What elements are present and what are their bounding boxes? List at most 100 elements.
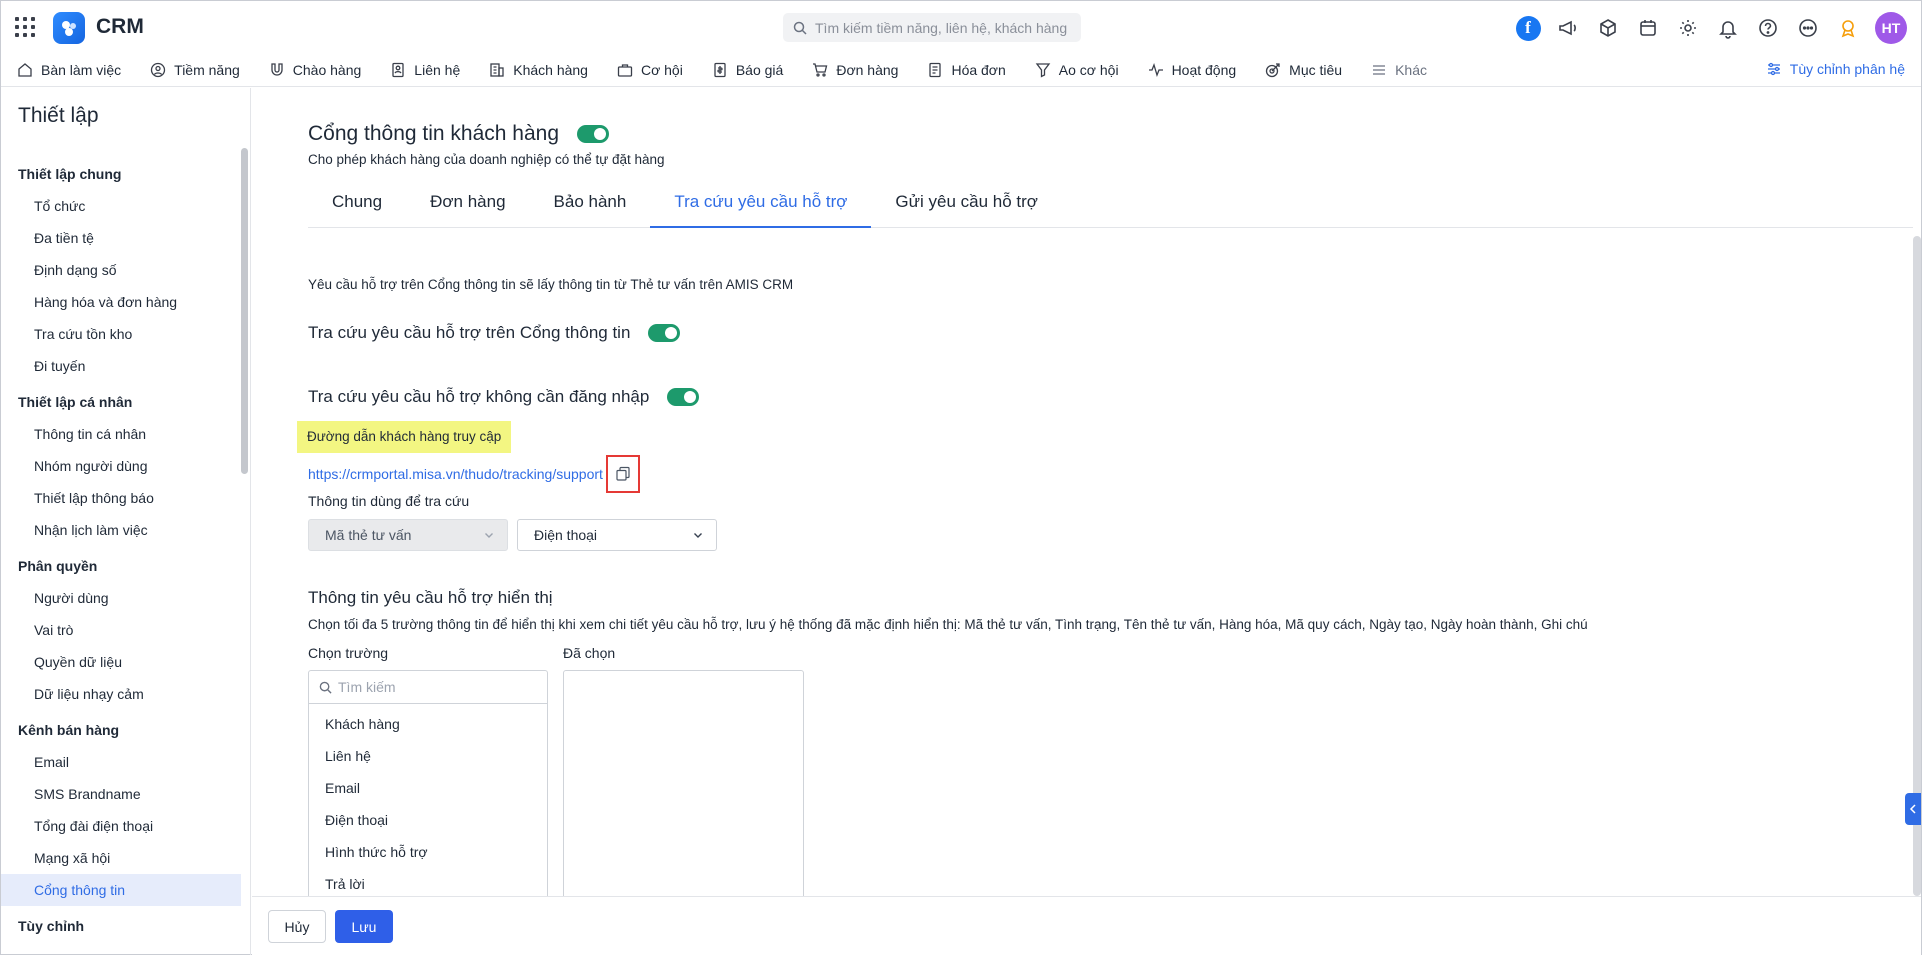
nav-item-invoices[interactable]: Hóa đơn bbox=[927, 61, 1006, 78]
sidebar-item-number-format[interactable]: Định dạng số bbox=[1, 254, 241, 286]
copy-icon bbox=[616, 466, 630, 481]
list-item[interactable]: Hình thức hỗ trợ bbox=[309, 836, 547, 868]
briefcase-icon bbox=[617, 63, 633, 77]
app-name[interactable]: CRM bbox=[96, 15, 144, 39]
global-search-input[interactable] bbox=[815, 19, 1075, 36]
sidebar-item-user-groups[interactable]: Nhóm người dùng bbox=[1, 450, 241, 482]
nav-item-opportunity-pool[interactable]: Ao cơ hội bbox=[1035, 62, 1119, 78]
sidebar-item-email[interactable]: Email bbox=[1, 746, 241, 778]
list-item[interactable]: Khách hàng bbox=[309, 708, 547, 740]
app-grid-icon[interactable] bbox=[15, 17, 35, 37]
nav-item-goals[interactable]: Mục tiêu bbox=[1265, 62, 1342, 78]
access-link-label: Đường dẫn khách hàng truy cập bbox=[297, 421, 512, 453]
list-item[interactable]: Email bbox=[309, 772, 547, 804]
sliders-icon bbox=[1767, 62, 1780, 76]
sidebar-group-personal: Thiết lập cá nhân bbox=[18, 394, 133, 410]
top-icon-group: f HT bbox=[1515, 12, 1907, 44]
bell-icon[interactable] bbox=[1715, 15, 1741, 41]
choose-field-label: Chọn trường bbox=[308, 645, 389, 661]
sidebar-item-routes[interactable]: Đi tuyến bbox=[1, 350, 241, 382]
nav-item-label: Hóa đơn bbox=[951, 61, 1006, 78]
sidebar-group-permissions: Phân quyền bbox=[18, 558, 98, 574]
tab-general[interactable]: Chung bbox=[308, 182, 406, 228]
module-nav: Bàn làm việc Tiềm năng Chào hàng Liên hệ… bbox=[1, 53, 1921, 87]
nav-item-opportunities[interactable]: Cơ hội bbox=[617, 62, 683, 78]
list-item[interactable]: Liên hệ bbox=[309, 740, 547, 772]
lookup-field-2-select[interactable]: Điện thoại bbox=[517, 519, 717, 551]
nav-item-more[interactable]: Khác bbox=[1371, 62, 1427, 78]
nav-item-label: Liên hệ bbox=[414, 61, 461, 78]
sidebar-item-sensitive-data[interactable]: Dữ liệu nhạy cảm bbox=[1, 678, 241, 710]
help-icon[interactable] bbox=[1755, 15, 1781, 41]
nav-item-customers[interactable]: Khách hàng bbox=[489, 62, 588, 78]
nav-item-orders[interactable]: Đơn hàng bbox=[812, 62, 898, 78]
calendar-icon[interactable] bbox=[1635, 15, 1661, 41]
nav-item-dashboard[interactable]: Bàn làm việc bbox=[17, 62, 121, 78]
lookup-no-login-toggle[interactable] bbox=[667, 388, 700, 406]
display-section-desc: Chọn tối đa 5 trường thông tin để hiển t… bbox=[308, 617, 1588, 632]
save-button[interactable]: Lưu bbox=[335, 910, 393, 943]
sidebar-item-users[interactable]: Người dùng bbox=[1, 582, 241, 614]
sidebar-item-personal-info[interactable]: Thông tin cá nhân bbox=[1, 418, 241, 450]
nav-item-contacts[interactable]: Liên hệ bbox=[390, 62, 460, 78]
page-title-text: Cổng thông tin khách hàng bbox=[308, 122, 560, 145]
sidebar-scrollbar[interactable] bbox=[241, 148, 248, 474]
lookup-portal-toggle[interactable] bbox=[648, 324, 681, 342]
user-avatar[interactable]: HT bbox=[1875, 12, 1907, 44]
lookup-info-label: Thông tin dùng để tra cứu bbox=[308, 493, 470, 509]
list-item[interactable]: Trả lời bbox=[309, 868, 547, 896]
nav-item-offers[interactable]: Chào hàng bbox=[269, 62, 361, 78]
sidebar-item-products-orders[interactable]: Hàng hóa và đơn hàng bbox=[1, 286, 241, 318]
cancel-button[interactable]: Hủy bbox=[268, 910, 326, 943]
global-search[interactable] bbox=[783, 13, 1081, 42]
crm-logo-icon[interactable] bbox=[53, 12, 85, 44]
nav-item-label: Tiềm năng bbox=[174, 61, 240, 78]
nav-item-label: Đơn hàng bbox=[836, 61, 899, 78]
award-icon[interactable] bbox=[1835, 15, 1861, 41]
search-icon bbox=[319, 681, 332, 694]
quote-doc-icon bbox=[714, 62, 726, 77]
package-search-icon[interactable] bbox=[1595, 15, 1621, 41]
sidebar-title: Thiết lập bbox=[18, 104, 99, 127]
sidebar-item-inventory-lookup[interactable]: Tra cứu tồn kho bbox=[1, 318, 241, 350]
portal-enabled-toggle[interactable] bbox=[577, 125, 610, 143]
megaphone-icon[interactable] bbox=[1555, 15, 1581, 41]
nav-item-quotes[interactable]: Báo giá bbox=[712, 62, 783, 78]
sidebar-group-sales-channels: Kênh bán hàng bbox=[18, 722, 120, 738]
building-icon bbox=[490, 62, 504, 77]
tab-orders[interactable]: Đơn hàng bbox=[406, 182, 529, 228]
tab-warranty[interactable]: Bảo hành bbox=[530, 182, 651, 228]
chevron-down-icon bbox=[485, 533, 493, 538]
sidebar-item-work-schedule[interactable]: Nhận lịch làm việc bbox=[1, 514, 241, 546]
sidebar-item-sms-brandname[interactable]: SMS Brandname bbox=[1, 778, 241, 810]
sidebar-item-portal[interactable]: Cổng thông tin bbox=[1, 874, 241, 906]
side-panel-toggle[interactable] bbox=[1905, 793, 1921, 825]
tab-support-lookup[interactable]: Tra cứu yêu cầu hỗ trợ bbox=[650, 182, 872, 228]
more-options-icon[interactable] bbox=[1795, 15, 1821, 41]
sidebar-item-call-center[interactable]: Tổng đài điện thoại bbox=[1, 810, 241, 842]
search-icon bbox=[793, 21, 807, 35]
facebook-icon[interactable]: f bbox=[1515, 15, 1541, 41]
gear-icon[interactable] bbox=[1675, 15, 1701, 41]
nav-item-activities[interactable]: Hoạt động bbox=[1148, 62, 1236, 78]
magnet-icon bbox=[271, 62, 283, 76]
nav-item-leads[interactable]: Tiềm năng bbox=[150, 62, 240, 78]
sidebar-item-roles[interactable]: Vai trò bbox=[1, 614, 241, 646]
list-item[interactable]: Điện thoại bbox=[309, 804, 547, 836]
sidebar-item-social-network[interactable]: Mạng xã hội bbox=[1, 842, 241, 874]
sidebar-item-notifications[interactable]: Thiết lập thông báo bbox=[1, 482, 241, 514]
sidebar-item-organization[interactable]: Tổ chức bbox=[1, 190, 241, 222]
target-icon bbox=[1266, 62, 1280, 77]
sidebar-item-data-permissions[interactable]: Quyền dữ liệu bbox=[1, 646, 241, 678]
sidebar-item-multi-currency[interactable]: Đa tiền tệ bbox=[1, 222, 241, 254]
tab-send-support-request[interactable]: Gửi yêu cầu hỗ trợ bbox=[871, 182, 1062, 228]
access-link[interactable]: https://crmportal.misa.vn/thudo/tracking… bbox=[308, 466, 603, 482]
chosen-fields-box[interactable] bbox=[563, 670, 804, 896]
sidebar-group-general: Thiết lập chung bbox=[18, 166, 122, 182]
field-picker-search-input[interactable] bbox=[338, 679, 528, 695]
settings-sidebar: Thiết lập Thiết lập chung Tổ chức Đa tiề… bbox=[1, 88, 251, 955]
copy-link-button[interactable] bbox=[605, 455, 640, 493]
portal-tabs: Chung Đơn hàng Bảo hành Tra cứu yêu cầu … bbox=[308, 182, 1913, 228]
field-picker-search[interactable] bbox=[309, 671, 547, 704]
customize-modules-link[interactable]: Tùy chỉnh phân hệ bbox=[1766, 61, 1905, 77]
